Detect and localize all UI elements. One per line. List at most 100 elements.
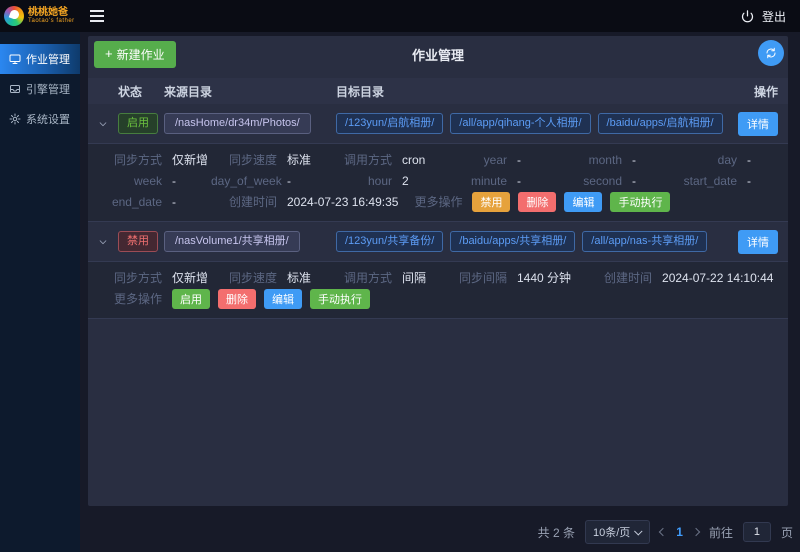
chevron-left-icon (659, 528, 667, 536)
sidebar-item-jobs[interactable]: 作业管理 (0, 44, 80, 74)
detail-field-label: 创建时间 (211, 193, 277, 210)
next-page-button[interactable] (693, 529, 699, 535)
detail-field-label: 创建时间 (586, 269, 652, 286)
app-logo-icon (4, 6, 24, 26)
power-icon[interactable] (740, 9, 755, 24)
detail-field-value: 2024-07-22 14:10:44 (662, 271, 773, 285)
detail-field-label: 同步间隔 (441, 269, 507, 286)
page-unit-label: 页 (781, 524, 793, 541)
row-detail: 同步方式仅新增 同步速度标准 调用方式cron year- month- day… (88, 144, 788, 222)
target-dir-tag: /123yun/启航相册/ (336, 113, 443, 134)
page-title: 作业管理 (88, 45, 788, 64)
topbar: 桃桃她爸 Taotao's father 登出 (0, 0, 800, 32)
app-logo[interactable]: 桃桃她爸 Taotao's father (0, 0, 80, 32)
row-detail: 同步方式仅新增 同步速度标准 调用方式间隔 同步间隔1440 分钟 创建时间20… (88, 262, 788, 319)
detail-field-label: 同步速度 (211, 269, 277, 286)
detail-button[interactable]: 详情 (738, 112, 778, 136)
detail-field-label: 调用方式 (326, 269, 392, 286)
sidebar-item-label: 作业管理 (26, 51, 70, 67)
detail-field-value: - (172, 174, 176, 188)
current-page[interactable]: 1 (676, 525, 683, 539)
sidebar-item-label: 引擎管理 (26, 81, 70, 97)
target-dir-tag: /baidu/apps/共享相册/ (450, 231, 575, 252)
menu-fold-icon[interactable] (90, 10, 104, 22)
detail-field-value: - (747, 174, 751, 188)
status-badge: 禁用 (118, 231, 158, 252)
detail-field-value: - (632, 174, 636, 188)
detail-field-label: 同步速度 (211, 151, 277, 168)
gear-icon (9, 113, 21, 125)
expand-row-icon[interactable] (98, 237, 108, 247)
detail-field-value: 2024-07-23 16:49:35 (287, 195, 398, 209)
chevron-down-icon (634, 527, 642, 535)
run-button[interactable]: 手动执行 (310, 289, 370, 309)
sidebar-item-settings[interactable]: 系统设置 (0, 104, 80, 134)
detail-field-value: 2 (402, 174, 409, 188)
detail-field-value: 间隔 (402, 269, 426, 286)
target-dir-tag: /123yun/共享备份/ (336, 231, 443, 252)
main-content: + 新建作业 作业管理 状态 来源目录 目标目录 操作 启用 / (80, 32, 800, 552)
refresh-icon (765, 47, 777, 59)
detail-field-label: minute (441, 174, 507, 188)
detail-field-label: day (671, 153, 737, 167)
detail-field-value: 1440 分钟 (517, 269, 571, 286)
detail-field-label: year (441, 153, 507, 167)
detail-field-label: 调用方式 (326, 151, 392, 168)
detail-field-label: second (556, 174, 622, 188)
goto-label: 前往 (709, 524, 733, 541)
engine-icon (9, 83, 21, 95)
logo-subtitle: Taotao's father (28, 18, 75, 25)
sidebar-item-engines[interactable]: 引擎管理 (0, 74, 80, 104)
prev-page-button[interactable] (660, 529, 666, 535)
detail-field-value: - (517, 174, 521, 188)
detail-field-value: - (747, 153, 751, 167)
plus-icon: + (105, 49, 113, 59)
target-dir-tag: /baidu/apps/启航相册/ (598, 113, 723, 134)
expand-row-icon[interactable] (98, 119, 108, 129)
disable-button[interactable]: 禁用 (472, 192, 510, 212)
status-badge: 启用 (118, 113, 158, 134)
detail-field-label: month (556, 153, 622, 167)
detail-field-label: day_of_week (211, 174, 277, 188)
more-actions-label: 更多操作 (96, 290, 162, 307)
logout-button[interactable]: 登出 (762, 8, 786, 25)
header-source: 来源目录 (164, 83, 336, 100)
delete-button[interactable]: 删除 (518, 192, 556, 212)
detail-field-value: cron (402, 153, 425, 167)
table-header-row: 状态 来源目录 目标目录 操作 (88, 78, 788, 104)
refresh-button[interactable] (758, 40, 784, 66)
detail-field-label: hour (326, 174, 392, 188)
detail-field-value: - (632, 153, 636, 167)
header-status: 状态 (118, 83, 164, 100)
detail-field-label: week (96, 174, 162, 188)
delete-button[interactable]: 删除 (218, 289, 256, 309)
header-target: 目标目录 (336, 83, 728, 100)
header-actions: 操作 (728, 83, 788, 100)
jobs-card: + 新建作业 作业管理 状态 来源目录 目标目录 操作 启用 / (88, 36, 788, 506)
total-count: 共 2 条 (538, 524, 575, 541)
sidebar-item-label: 系统设置 (26, 111, 70, 127)
detail-field-label: 同步方式 (96, 269, 162, 286)
edit-button[interactable]: 编辑 (564, 192, 602, 212)
target-dir-tag: /all/app/qihang-个人相册/ (450, 113, 590, 134)
detail-button[interactable]: 详情 (738, 230, 778, 254)
detail-field-value: - (517, 153, 521, 167)
monitor-icon (9, 53, 21, 65)
detail-field-value: 仅新增 (172, 151, 208, 168)
detail-field-value: - (287, 174, 291, 188)
detail-field-value: 标准 (287, 151, 311, 168)
edit-button[interactable]: 编辑 (264, 289, 302, 309)
more-actions-label: 更多操作 (414, 193, 462, 210)
source-dir-tag: /nasHome/dr34m/Photos/ (164, 113, 311, 134)
table-row: 禁用 /nasVolume1/共享相册/ /123yun/共享备份/ /baid… (88, 222, 788, 262)
detail-field-value: - (172, 195, 176, 209)
enable-button[interactable]: 启用 (172, 289, 210, 309)
new-job-button[interactable]: + 新建作业 (94, 41, 176, 68)
detail-field-label: 同步方式 (96, 151, 162, 168)
table-row: 启用 /nasHome/dr34m/Photos/ /123yun/启航相册/ … (88, 104, 788, 144)
goto-page-input[interactable] (743, 522, 771, 542)
page-size-select[interactable]: 10条/页 (585, 520, 650, 544)
target-dir-tag: /all/app/nas-共享相册/ (582, 231, 707, 252)
detail-field-label: start_date (671, 174, 737, 188)
run-button[interactable]: 手动执行 (610, 192, 670, 212)
